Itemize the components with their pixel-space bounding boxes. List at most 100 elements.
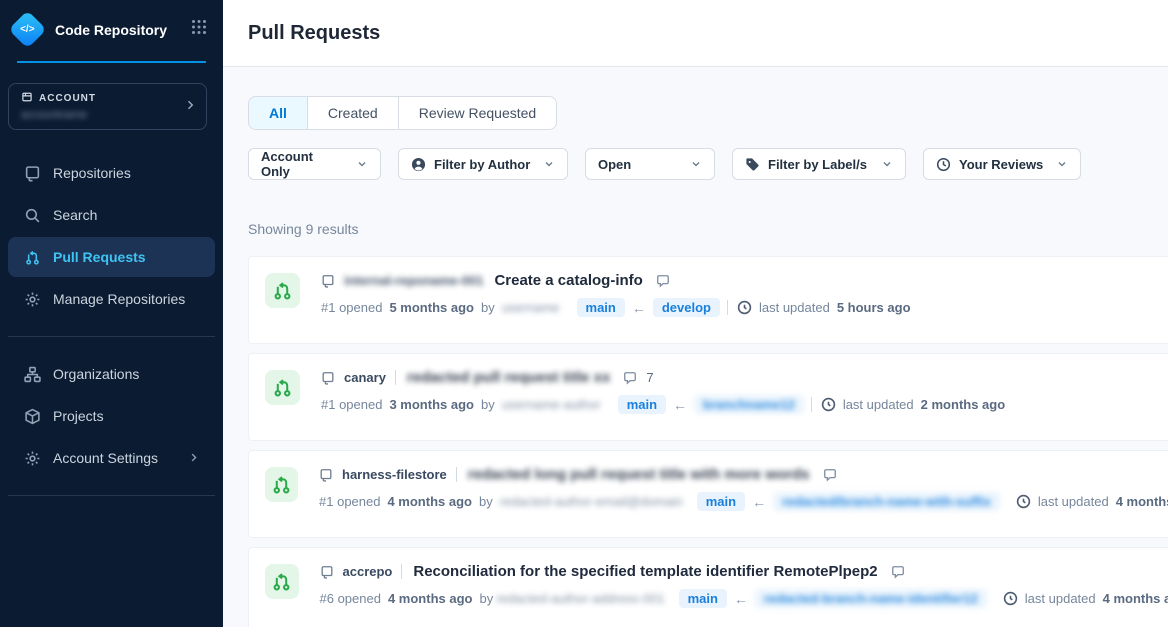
cube-icon — [24, 408, 41, 425]
tab-review-requested[interactable]: Review Requested — [398, 97, 557, 129]
sidebar-divider — [8, 336, 215, 337]
account-scope-selector[interactable]: ACCOUNT accountname — [8, 83, 207, 130]
last-updated-ago: 2 months ago — [921, 397, 1006, 412]
last-updated-clock-icon — [737, 300, 752, 315]
sidebar-item-account-settings[interactable]: Account Settings — [8, 438, 215, 478]
repo-name[interactable]: harness-filestore — [342, 467, 447, 482]
chevron-down-icon — [543, 158, 555, 170]
source-branch-badge[interactable]: redacted/branch-name-with-suffix — [773, 492, 1000, 511]
sidebar-item-pull-requests[interactable]: Pull Requests — [8, 237, 215, 277]
repo-name[interactable]: accrepo — [343, 564, 393, 579]
last-updated-clock-icon — [1003, 591, 1018, 606]
pr-title[interactable]: redacted long pull request title with mo… — [468, 466, 810, 483]
repository-icon — [320, 565, 334, 579]
chevron-down-icon — [881, 158, 893, 170]
by-label: by — [479, 591, 493, 606]
pull-request-row[interactable]: harness-filestore redacted long pull req… — [248, 450, 1168, 538]
last-updated-label: last updated — [1025, 591, 1096, 606]
repo-name[interactable]: canary — [344, 370, 386, 385]
pr-author: username — [502, 300, 560, 315]
source-branch-badge[interactable]: develop — [653, 298, 720, 317]
merge-arrow-icon: ← — [752, 494, 766, 510]
pull-request-open-icon — [265, 370, 300, 405]
your-reviews-filter-label: Your Reviews — [959, 157, 1044, 172]
sidebar-item-label: Repositories — [53, 165, 131, 181]
your-reviews-filter-dropdown[interactable]: Your Reviews — [923, 148, 1081, 180]
brand-title: Code Repository — [55, 22, 191, 38]
pr-title[interactable]: Reconciliation for the specified templat… — [413, 563, 877, 580]
sidebar-item-label: Organizations — [53, 366, 139, 382]
sidebar-item-repositories[interactable]: Repositories — [8, 153, 215, 193]
repository-icon — [321, 371, 335, 385]
sidebar-item-label: Manage Repositories — [53, 291, 185, 307]
target-branch-badge[interactable]: main — [679, 589, 727, 608]
pr-author: redacted-author-email@domain — [500, 494, 683, 509]
pr-number-opened: #1 opened — [321, 300, 382, 315]
comment-icon — [823, 468, 837, 482]
by-label: by — [479, 494, 493, 509]
sidebar-item-manage-repositories[interactable]: Manage Repositories — [8, 279, 215, 319]
module-grid-icon[interactable] — [191, 19, 207, 40]
scope-filter-label: Account Only — [261, 149, 344, 179]
last-updated-clock-icon — [821, 397, 836, 412]
source-branch-badge[interactable]: branchname12 — [694, 395, 804, 414]
sidebar-item-label: Search — [53, 207, 97, 223]
sidebar-item-search[interactable]: Search — [8, 195, 215, 235]
sidebar: </> Code Repository ACCOUNT — [0, 0, 223, 627]
pr-scope-tabs: All Created Review Requested — [248, 96, 557, 130]
state-filter-value: Open — [598, 157, 678, 172]
pull-request-list: internal-reponame-001 Create a catalog-i… — [248, 256, 1168, 627]
by-label: by — [481, 397, 495, 412]
merge-arrow-icon: ← — [632, 300, 646, 316]
code-repository-logo-icon: </> — [8, 10, 46, 48]
source-branch-badge[interactable]: redacted-branch-name-identifier12 — [755, 589, 987, 608]
pull-request-open-icon — [265, 467, 298, 502]
last-updated-label: last updated — [759, 300, 830, 315]
pull-request-row[interactable]: internal-reponame-001 Create a catalog-i… — [248, 256, 1168, 344]
pr-opened-ago: 4 months ago — [388, 591, 473, 606]
author-filter-label: Filter by Author — [434, 157, 531, 172]
pull-request-row[interactable]: canary redacted pull request title xx 7 … — [248, 353, 1168, 441]
pull-request-open-icon — [265, 273, 300, 308]
target-branch-badge[interactable]: main — [697, 492, 745, 511]
pr-opened-ago: 3 months ago — [389, 397, 474, 412]
label-filter-dropdown[interactable]: Filter by Label/s — [732, 148, 906, 180]
last-updated-label: last updated — [1038, 494, 1109, 509]
sidebar-item-organizations[interactable]: Organizations — [8, 354, 215, 394]
pr-title[interactable]: Create a catalog-info — [494, 272, 642, 289]
last-updated-ago: 4 months ago — [1116, 494, 1168, 509]
comment-count: 7 — [646, 370, 653, 385]
chevron-down-icon — [356, 158, 368, 170]
pull-request-icon — [24, 249, 41, 266]
repository-icon — [319, 468, 333, 482]
tag-icon — [745, 157, 760, 172]
results-summary: Showing 9 results — [248, 221, 1168, 237]
pr-opened-ago: 4 months ago — [387, 494, 472, 509]
repo-name[interactable]: internal-reponame-001 — [344, 273, 483, 288]
merge-arrow-icon: ← — [734, 591, 748, 607]
tab-created[interactable]: Created — [307, 97, 398, 129]
comment-icon — [623, 371, 637, 385]
tab-all[interactable]: All — [249, 97, 307, 129]
pr-author: redacted-author-address-001 — [496, 591, 664, 606]
pull-request-row[interactable]: accrepo Reconciliation for the specified… — [248, 547, 1168, 627]
sidebar-item-label: Projects — [53, 408, 104, 424]
gear-icon — [24, 450, 41, 467]
filter-bar: Account Only Filter by Author — [248, 148, 1168, 180]
target-branch-badge[interactable]: main — [577, 298, 625, 317]
clock-icon — [936, 157, 951, 172]
pr-number-opened: #1 opened — [321, 397, 382, 412]
target-branch-badge[interactable]: main — [618, 395, 666, 414]
separator — [811, 397, 812, 412]
scope-filter-dropdown[interactable]: Account Only — [248, 148, 381, 180]
brand-underline — [17, 61, 206, 63]
page-title: Pull Requests — [248, 22, 380, 45]
pr-title[interactable]: redacted pull request title xx — [407, 369, 610, 386]
sidebar-item-label: Pull Requests — [53, 249, 146, 265]
repository-icon — [24, 165, 41, 182]
state-filter-dropdown[interactable]: Open — [585, 148, 715, 180]
sidebar-item-projects[interactable]: Projects — [8, 396, 215, 436]
separator — [727, 300, 728, 315]
account-label: ACCOUNT — [39, 93, 96, 104]
author-filter-dropdown[interactable]: Filter by Author — [398, 148, 568, 180]
